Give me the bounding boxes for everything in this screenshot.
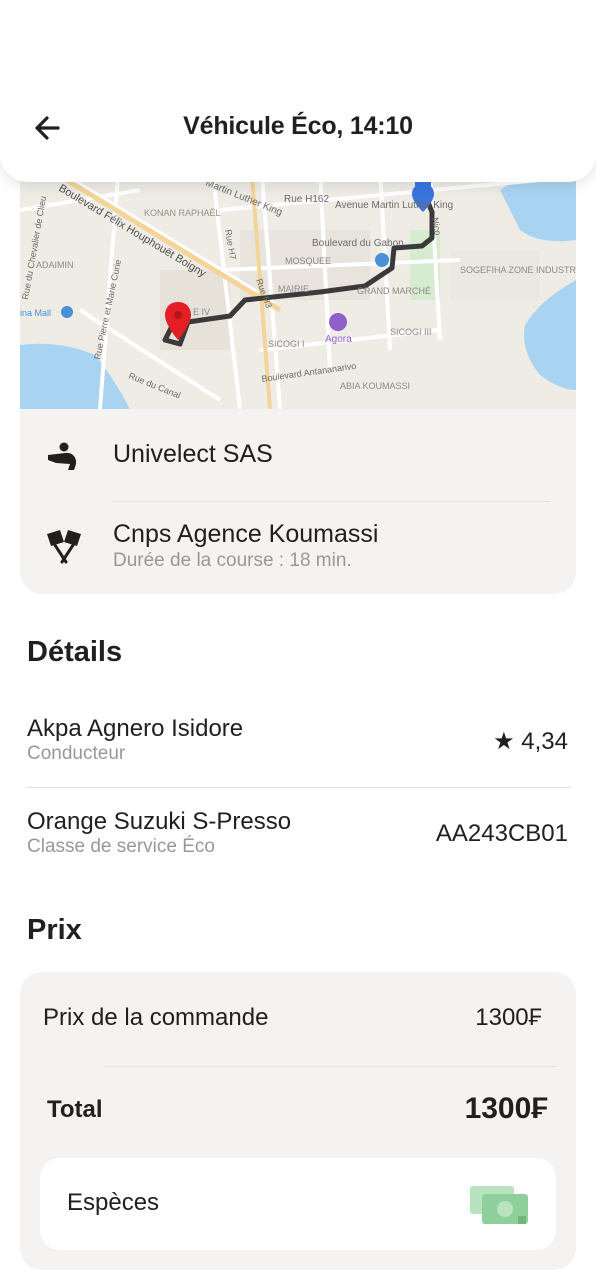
route-origin[interactable]: Univelect SAS [20,432,576,482]
map-label: ABIA KOUMASSI [340,381,410,391]
price-heading: Prix [27,914,82,946]
details-heading: Détails [27,636,123,668]
price-card: Prix de la commande 1300₣ Total 1300₣ Es… [20,972,576,1270]
total-value: 1300₣ [464,1092,548,1125]
divider [27,787,571,788]
map-label: ADAIMIN [36,260,74,270]
payment-method-selector[interactable]: Espèces [40,1158,556,1250]
map-label: E IV [193,307,210,317]
vehicle-name: Orange Suzuki S-Presso [27,808,292,835]
passenger-pickup-icon [48,442,77,470]
map-label: MAIRIE [278,284,309,294]
destination-address: Cnps Agence Koumassi [113,520,379,548]
order-price-label: Prix de la commande [43,1004,269,1031]
top-bar: Véhicule Éco, 14:10 [0,0,596,182]
map-label: SOGEFIHA ZONE INDUSTRIELLE [460,265,576,275]
driver-rating: ★ 4,34 [493,728,568,755]
map-label: ina Mall [20,308,51,318]
trip-card: Boulevard Félix Houphouët Boigny Martin … [20,150,576,594]
driver-name: Akpa Agnero Isidore [27,715,244,742]
map-label: GRAND MARCHÉ [357,286,431,296]
trip-duration: Durée de la course : 18 min. [113,550,352,571]
map-label: Rue H162 [284,194,329,205]
map-label: SICOGI I [268,339,305,349]
divider [104,1066,556,1067]
route-destination[interactable]: Cnps Agence Koumassi Durée de la course … [20,518,576,578]
map-label: Boulevard du Gabon [312,238,404,249]
payment-method-label: Espèces [67,1189,160,1216]
service-class: Classe de service Éco [27,836,215,857]
map-label: KONAN RAPHAËL [144,208,221,218]
divider [112,501,550,502]
total-label: Total [47,1096,103,1123]
origin-address: Univelect SAS [113,440,273,468]
order-price-value: 1300₣ [475,1004,542,1031]
page-title: Véhicule Éco, 14:10 [183,112,413,140]
map-label: Agora [325,334,352,345]
route-map[interactable]: Boulevard Félix Houphouët Boigny Martin … [20,150,576,409]
map-label: Avenue Martin Luther King [335,200,453,211]
cash-icon [470,1186,528,1224]
finish-flags-icon [47,530,81,564]
map-label: SICOGI III [390,327,432,337]
license-plate: AA243CB01 [435,820,568,847]
map-label: MOSQUEE [285,256,331,266]
driver-role: Conducteur [27,743,126,764]
